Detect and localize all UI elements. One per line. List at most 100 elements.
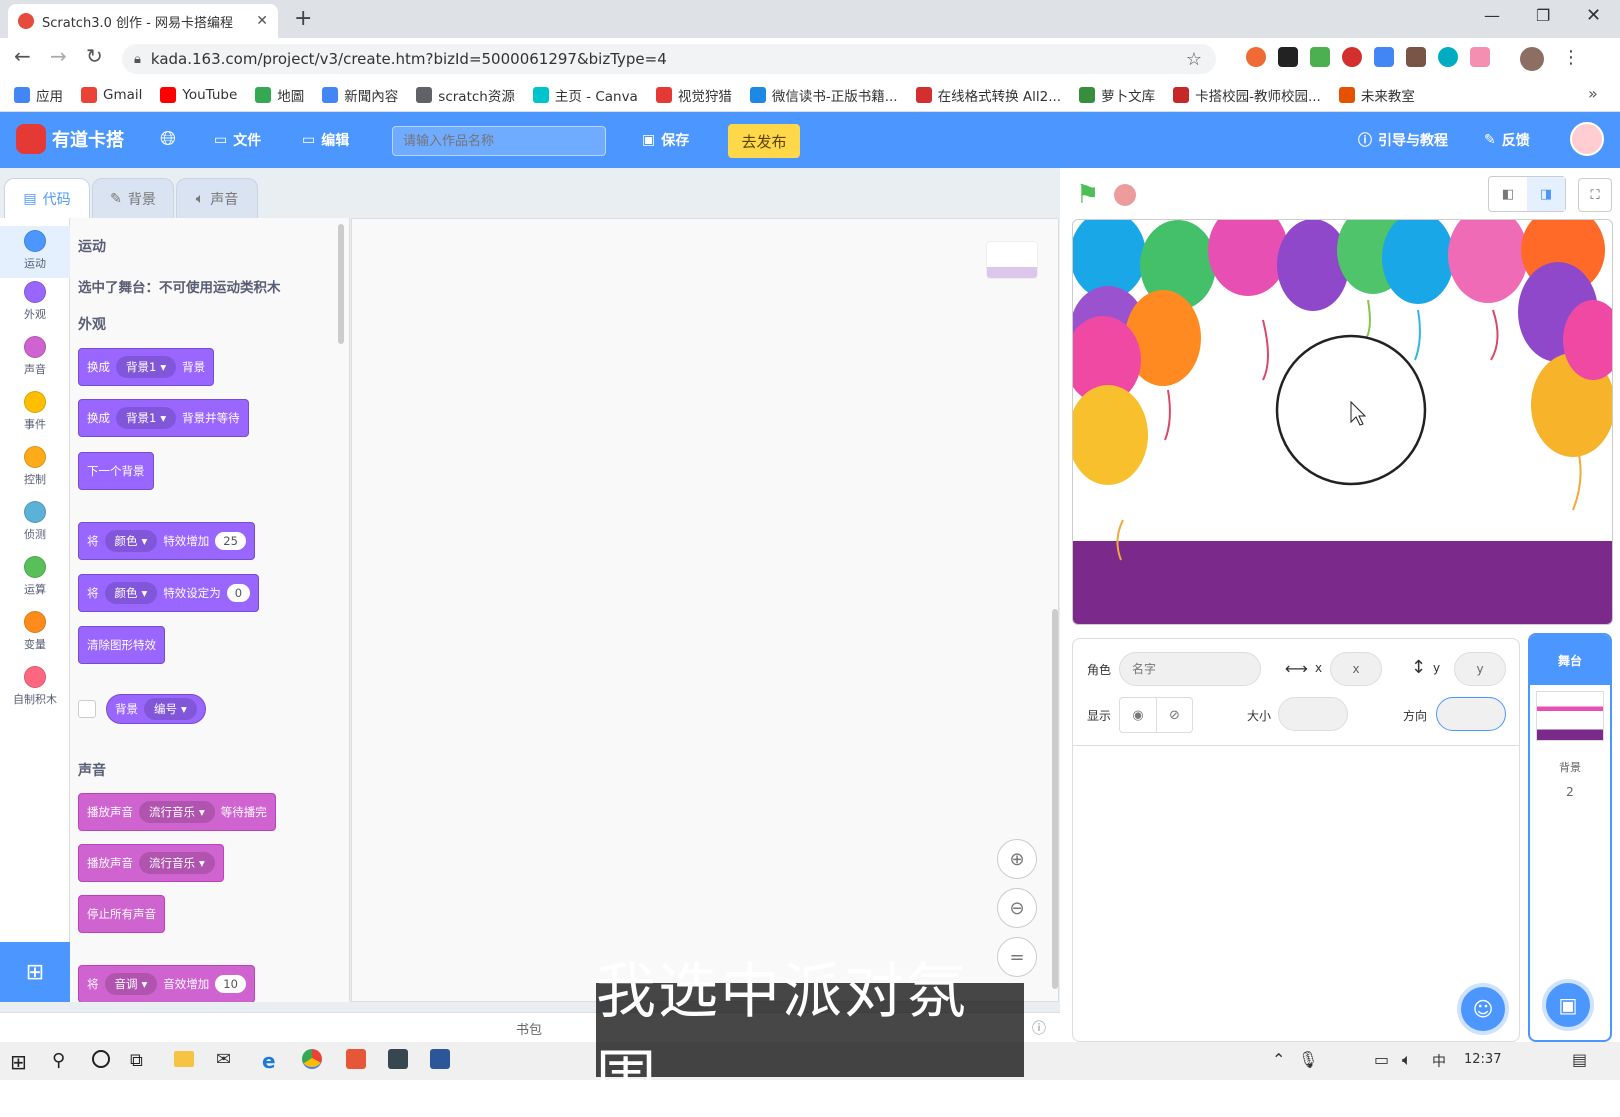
category-3[interactable]: 事件 — [0, 391, 70, 432]
bookmark-item[interactable]: Gmail — [81, 86, 142, 103]
sprite-helper-button[interactable]: ☺ — [1457, 983, 1509, 1035]
bookmark-item[interactable]: 视觉狩猎 — [655, 85, 732, 105]
ime-indicator[interactable]: 中 — [1432, 1051, 1446, 1071]
sound-dropdown[interactable]: 流行音乐 ▾ — [139, 852, 215, 874]
language-globe-icon[interactable]: 🌐︎ — [160, 126, 176, 150]
minimize-icon[interactable]: — — [1484, 6, 1500, 25]
bookmark-item[interactable]: 在线格式转换 All2... — [915, 85, 1061, 105]
category-1[interactable]: 外观 — [0, 281, 70, 322]
reporter-checkbox[interactable] — [78, 700, 96, 718]
app-icon[interactable] — [388, 1049, 408, 1069]
windows-start-icon[interactable]: ⊞ — [10, 1050, 27, 1074]
category-5[interactable]: 侦测 — [0, 501, 70, 542]
new-tab-icon[interactable]: + — [294, 6, 312, 31]
bookmark-item[interactable]: 未来教室 — [1338, 85, 1415, 105]
menu-dots-icon[interactable]: ⋮ — [1562, 47, 1580, 71]
cortana-icon[interactable] — [92, 1050, 110, 1068]
stop-sign-icon[interactable] — [1114, 184, 1136, 206]
help-icon[interactable]: ⓘ — [1032, 1018, 1046, 1038]
category-8[interactable]: 自制积木 — [0, 666, 70, 707]
x-input[interactable]: x — [1330, 652, 1382, 686]
show-eye-icon[interactable]: ◉ — [1120, 698, 1156, 732]
bookmark-item[interactable]: 新聞內容 — [322, 85, 398, 105]
tab-sound[interactable]: 🔈︎ 声音 — [176, 178, 258, 218]
search-icon[interactable]: ⚲ — [52, 1050, 65, 1071]
change-effect-block[interactable]: 将 颜色 ▾ 特效增加 25 — [78, 522, 255, 560]
extension-icon[interactable] — [1438, 47, 1458, 67]
bookmark-item[interactable]: 主页 - Canva — [532, 85, 638, 105]
stage-selector[interactable]: 舞台 背景 2 ▣ — [1528, 633, 1612, 1042]
switch-backdrop-block[interactable]: 换成 背景1 ▾ 背景 — [78, 348, 215, 386]
switch-backdrop-wait-block[interactable]: 换成 背景1 ▾ 背景并等待 — [78, 399, 249, 437]
network-icon[interactable]: ▭ — [1374, 1050, 1389, 1069]
extension-icon[interactable] — [1278, 47, 1298, 67]
file-menu[interactable]: ▭ 文件 — [214, 130, 261, 150]
backdrop-dropdown[interactable]: 背景1 ▾ — [116, 356, 177, 378]
number-name-dropdown[interactable]: 编号 ▾ — [144, 698, 197, 720]
tray-chevron-icon[interactable]: ⌃ — [1272, 1050, 1285, 1069]
microphone-icon[interactable]: 🎙︎ — [1298, 1050, 1318, 1069]
backdrop-number-reporter[interactable]: 背景 编号 ▾ — [106, 694, 206, 724]
start-sound-block[interactable]: 播放声音 流行音乐 ▾ — [78, 844, 224, 882]
url-bar[interactable]: 🔒︎ kada.163.com/project/v3/create.htm?bi… — [122, 44, 1216, 74]
effect-dropdown[interactable]: 颜色 ▾ — [104, 582, 158, 604]
stage-canvas[interactable] — [1072, 219, 1613, 625]
set-effect-block[interactable]: 将 颜色 ▾ 特效设定为 0 — [78, 574, 260, 612]
extension-icon[interactable] — [1246, 47, 1266, 67]
category-6[interactable]: 运算 — [0, 556, 70, 597]
bookmark-item[interactable]: scratch资源 — [416, 85, 515, 105]
save-button[interactable]: ▣ 保存 — [642, 130, 689, 150]
category-7[interactable]: 变量 — [0, 611, 70, 652]
tab-backdrop[interactable]: ✎ 背景 — [92, 178, 174, 218]
forward-icon[interactable]: → — [50, 44, 67, 68]
effect-dropdown[interactable]: 颜色 ▾ — [104, 530, 158, 552]
bookmark-item[interactable]: 应用 — [14, 85, 63, 105]
zoom-in-button[interactable]: ⊕ — [997, 839, 1037, 879]
app-icon[interactable] — [346, 1049, 366, 1069]
edit-menu[interactable]: ▭ 编辑 — [302, 130, 349, 150]
number-input[interactable]: 25 — [215, 532, 246, 550]
back-icon[interactable]: ← — [14, 44, 31, 68]
translate-icon[interactable] — [1374, 47, 1394, 67]
sprite-name-input[interactable] — [1119, 652, 1261, 686]
edge-icon[interactable]: e — [262, 1049, 276, 1073]
bookmark-star-icon[interactable]: ☆ — [1186, 49, 1202, 70]
hide-eye-icon[interactable]: ⊘ — [1156, 698, 1192, 732]
bookmark-item[interactable]: 地圖 — [255, 85, 304, 105]
zoom-out-button[interactable]: ⊖ — [997, 888, 1037, 928]
restore-icon[interactable]: ❐ — [1536, 6, 1550, 25]
script-area[interactable] — [351, 218, 1059, 1002]
y-input[interactable]: y — [1454, 652, 1506, 686]
small-stage-icon[interactable]: ◧ — [1489, 177, 1527, 211]
feedback-button[interactable]: ✎ 反馈 — [1484, 130, 1530, 150]
next-backdrop-block[interactable]: 下一个背景 — [78, 452, 154, 490]
add-extension-button[interactable]: ⊞ — [0, 942, 70, 1002]
profile-avatar[interactable] — [1520, 47, 1544, 71]
tutorial-button[interactable]: ⓘ 引导与教程 — [1358, 130, 1448, 150]
clear-effects-block[interactable]: 清除图形特效 — [78, 626, 165, 664]
close-tab-icon[interactable]: ✕ — [256, 13, 268, 29]
extension-icon[interactable] — [1310, 47, 1330, 67]
category-2[interactable]: 声音 — [0, 336, 70, 377]
bookmark-item[interactable]: 卡搭校园-教师校园... — [1173, 85, 1321, 105]
normal-stage-icon[interactable]: ◨ — [1527, 177, 1565, 211]
size-input[interactable] — [1278, 697, 1348, 731]
close-window-icon[interactable]: ✕ — [1586, 5, 1601, 26]
tab-code[interactable]: ▤ 代码 — [4, 178, 90, 219]
fullscreen-icon[interactable]: ⛶ — [1578, 178, 1612, 212]
number-input[interactable]: 10 — [215, 975, 246, 993]
sound-effect-dropdown[interactable]: 音调 ▾ — [104, 973, 158, 995]
chrome-icon[interactable] — [302, 1049, 322, 1069]
logo[interactable]: 有道卡搭 — [16, 124, 124, 154]
number-input[interactable]: 0 — [226, 584, 251, 602]
green-flag-icon[interactable]: ⚑ — [1076, 180, 1099, 210]
mail-icon[interactable]: ✉ — [216, 1049, 231, 1070]
file-explorer-icon[interactable] — [174, 1051, 194, 1067]
play-sound-until-done-block[interactable]: 播放声音 流行音乐 ▾ 等待播完 — [78, 793, 276, 831]
backdrop-dropdown[interactable]: 背景1 ▾ — [116, 407, 177, 429]
add-backdrop-button[interactable]: ▣ — [1542, 979, 1594, 1031]
script-scrollbar[interactable] — [1052, 609, 1058, 989]
change-sound-effect-block[interactable]: 将 音调 ▾ 音效增加 10 — [78, 965, 255, 1002]
user-avatar[interactable] — [1570, 122, 1604, 156]
stop-all-sounds-block[interactable]: 停止所有声音 — [78, 895, 165, 933]
